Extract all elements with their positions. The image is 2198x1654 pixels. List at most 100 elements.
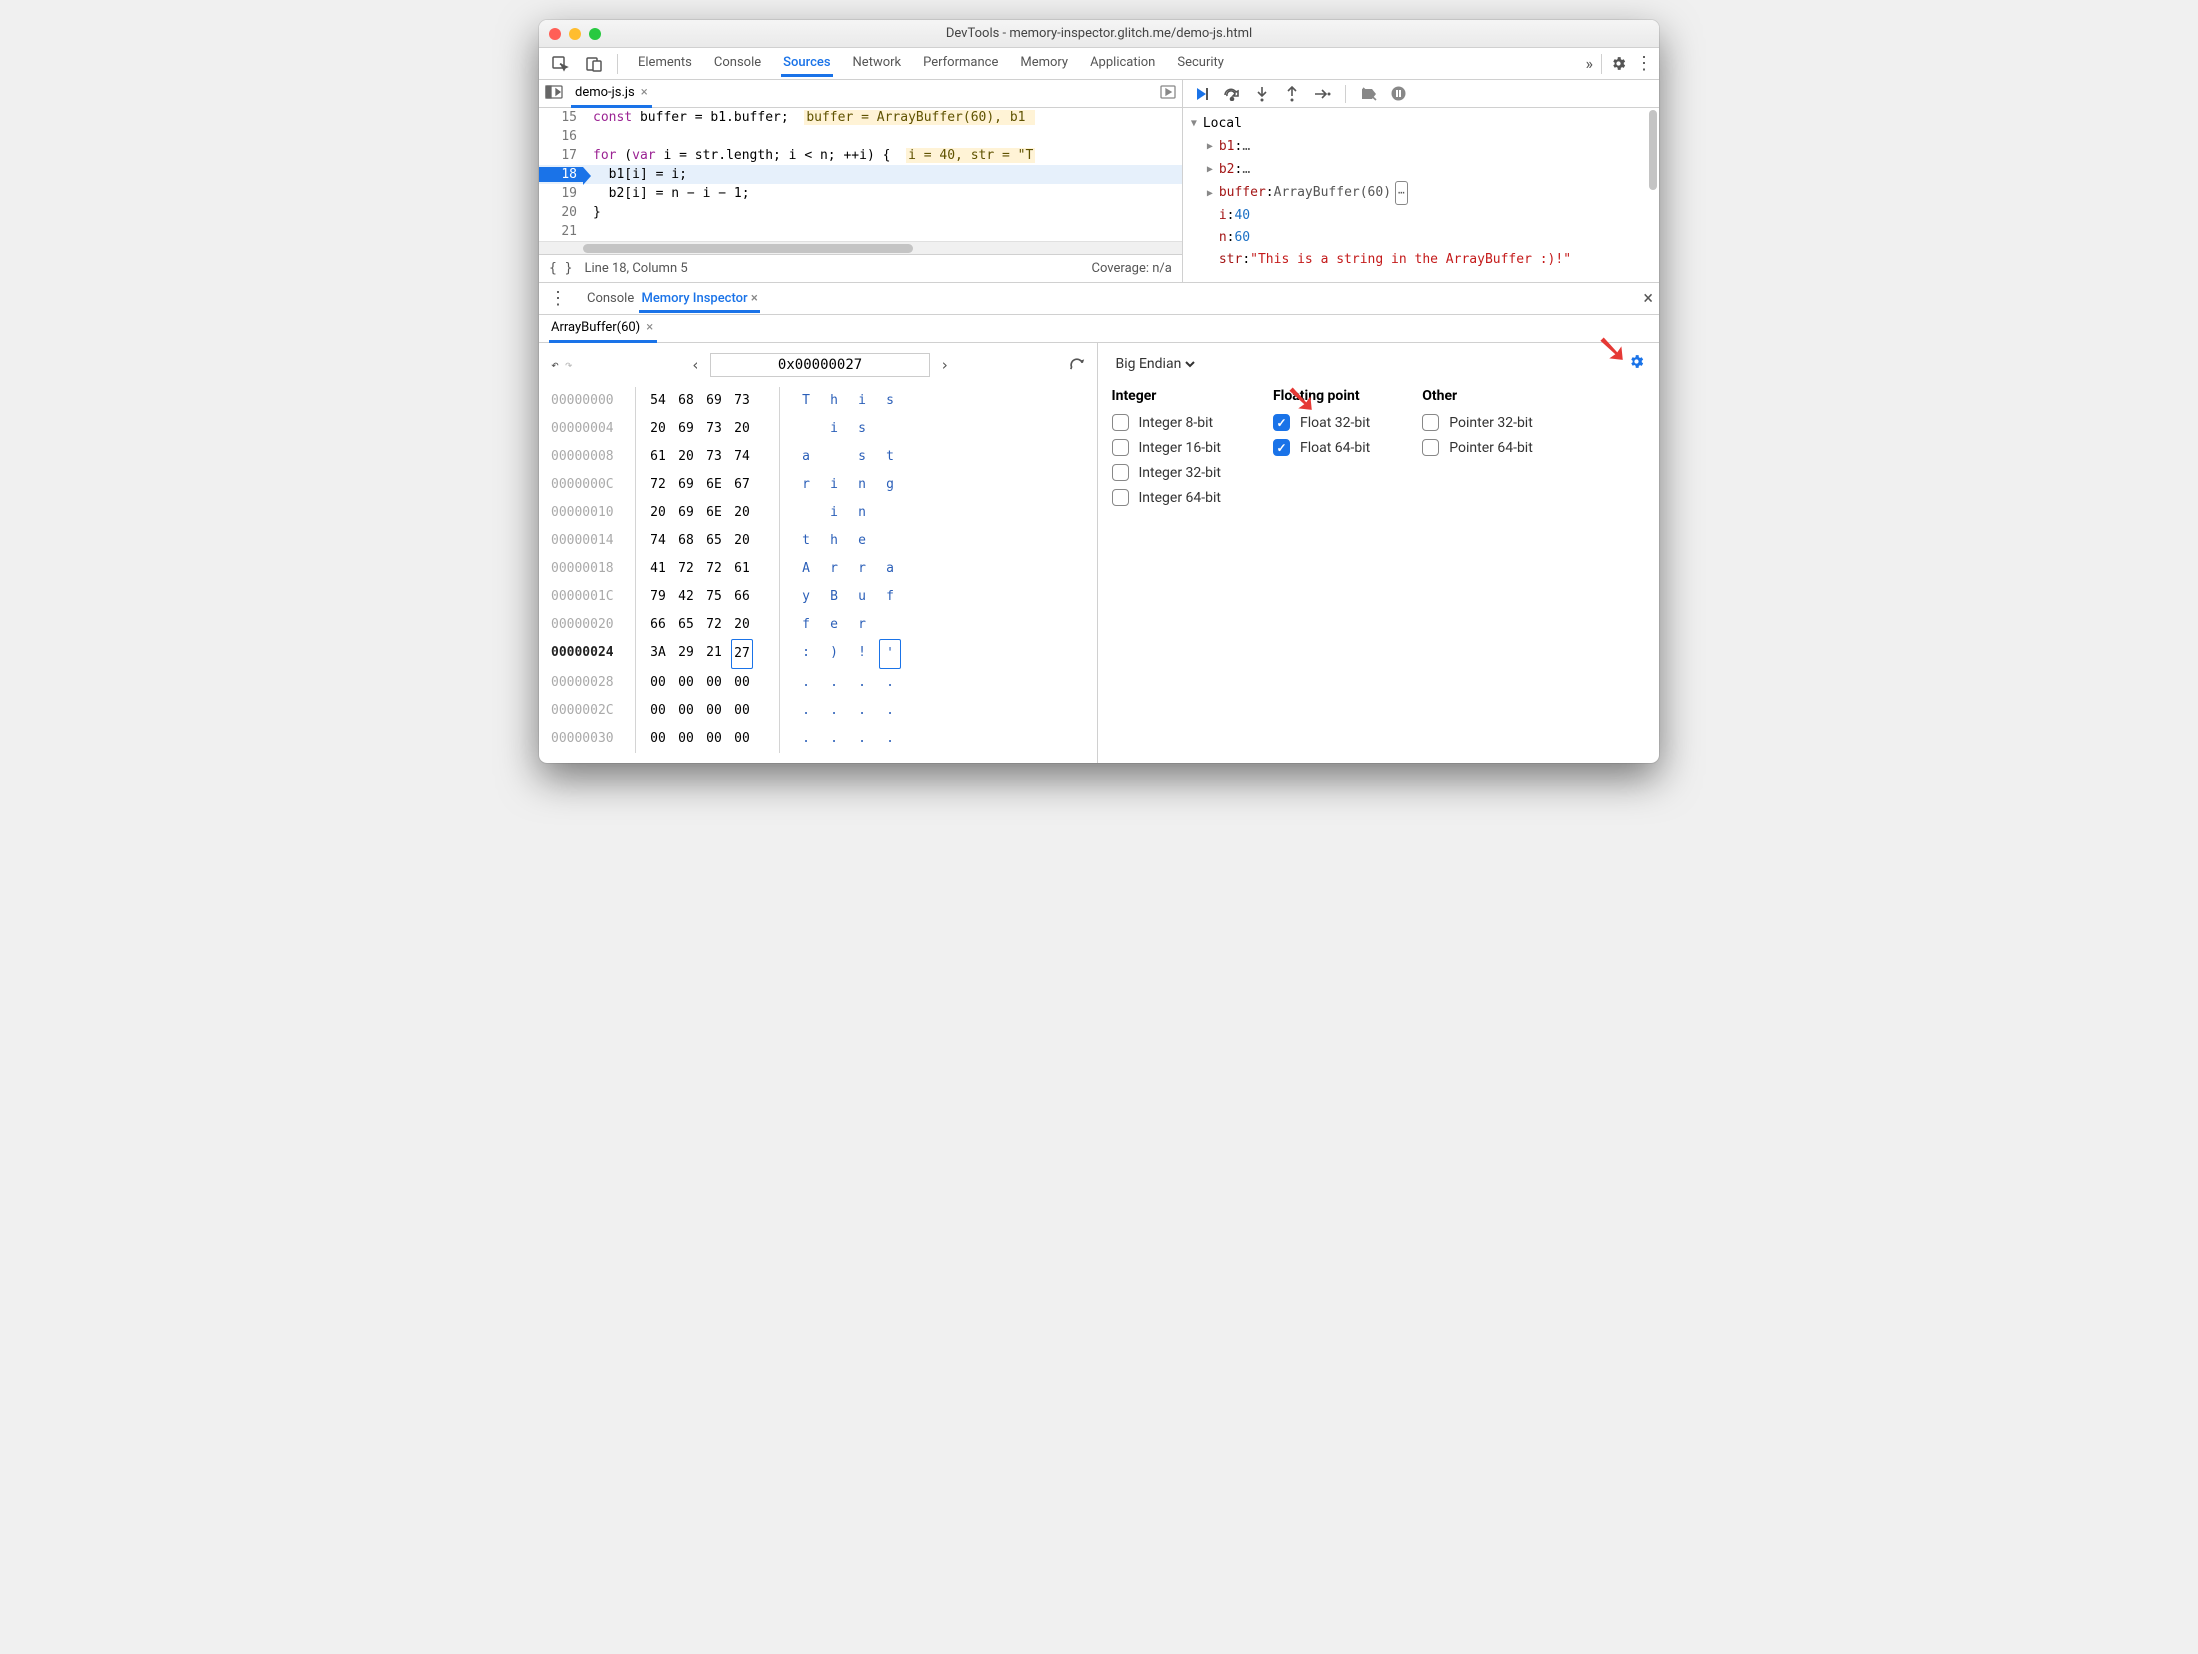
- refresh-memory-icon[interactable]: [1068, 355, 1085, 376]
- type-option[interactable]: Float 64-bit: [1273, 439, 1370, 456]
- line-number[interactable]: 18: [539, 167, 583, 182]
- close-memory-tab-icon[interactable]: ×: [646, 320, 653, 335]
- drawer-tab-console[interactable]: Console: [585, 285, 636, 313]
- type-option[interactable]: Integer 8-bit: [1112, 414, 1222, 431]
- tab-memory[interactable]: Memory: [1018, 50, 1070, 77]
- checkbox[interactable]: [1422, 439, 1439, 456]
- deactivate-breakpoints-icon[interactable]: [1360, 87, 1378, 101]
- scope-variables[interactable]: Localb1: …b2: …buffer: ArrayBuffer(60)⋯i…: [1183, 108, 1659, 275]
- code-line[interactable]: 15const buffer = b1.buffer; buffer = Arr…: [539, 108, 1182, 127]
- close-drawer-icon[interactable]: ×: [1643, 288, 1653, 309]
- hex-ascii[interactable]: yBuf: [783, 583, 903, 611]
- hex-ascii[interactable]: ....: [783, 697, 903, 725]
- code-line[interactable]: 21: [539, 222, 1182, 241]
- hex-bytes[interactable]: 61207374: [639, 443, 779, 471]
- checkbox[interactable]: [1112, 489, 1129, 506]
- hex-grid[interactable]: 0000000054686973This0000000420697320 is …: [551, 387, 1085, 753]
- hex-ascii[interactable]: is: [783, 415, 903, 443]
- drawer-tab-memory-inspector[interactable]: Memory Inspector ×: [639, 285, 759, 313]
- address-input[interactable]: [710, 353, 930, 377]
- tab-application[interactable]: Application: [1088, 50, 1157, 77]
- close-file-tab-icon[interactable]: ×: [641, 85, 648, 100]
- checkbox[interactable]: [1273, 439, 1290, 456]
- pretty-print-icon[interactable]: { }: [549, 261, 572, 276]
- history-forward-icon[interactable]: ↷: [565, 358, 573, 373]
- line-number[interactable]: 21: [539, 224, 583, 239]
- addr-prev-icon[interactable]: ‹: [683, 356, 708, 374]
- close-drawer-tab-icon[interactable]: ×: [748, 291, 758, 306]
- checkbox[interactable]: [1112, 439, 1129, 456]
- code-line[interactable]: 20}: [539, 203, 1182, 222]
- scope-entry[interactable]: buffer: ArrayBuffer(60)⋯: [1191, 181, 1651, 205]
- checkbox[interactable]: [1422, 414, 1439, 431]
- tab-performance[interactable]: Performance: [921, 50, 1000, 77]
- hex-bytes[interactable]: 54686973: [639, 387, 779, 415]
- hex-ascii[interactable]: ring: [783, 471, 903, 499]
- code-line[interactable]: 19 b2[i] = n − i − 1;: [539, 184, 1182, 203]
- hex-bytes[interactable]: 66657220: [639, 611, 779, 639]
- device-toggle-icon[interactable]: [579, 51, 609, 77]
- line-number[interactable]: 16: [539, 129, 583, 144]
- scope-entry[interactable]: i: 40: [1191, 205, 1651, 227]
- resume-icon[interactable]: [1193, 86, 1211, 102]
- tab-console[interactable]: Console: [712, 50, 763, 77]
- tab-security[interactable]: Security: [1175, 50, 1226, 77]
- step-out-icon[interactable]: [1283, 86, 1301, 102]
- addr-next-icon[interactable]: ›: [932, 356, 957, 374]
- horizontal-scrollbar[interactable]: [539, 241, 1182, 254]
- type-option[interactable]: Integer 32-bit: [1112, 464, 1222, 481]
- run-snippet-icon[interactable]: [1160, 85, 1176, 103]
- hex-bytes[interactable]: 41727261: [639, 555, 779, 583]
- hex-ascii[interactable]: :)!': [783, 639, 903, 669]
- settings-gear-icon[interactable]: [1610, 55, 1627, 72]
- hex-bytes[interactable]: 00000000: [639, 669, 779, 697]
- hex-bytes[interactable]: 79427566: [639, 583, 779, 611]
- hex-bytes[interactable]: 72696E67: [639, 471, 779, 499]
- hex-bytes[interactable]: 20697320: [639, 415, 779, 443]
- hex-ascii[interactable]: ....: [783, 725, 903, 753]
- inspect-element-icon[interactable]: [545, 51, 575, 77]
- hex-bytes[interactable]: 74686520: [639, 527, 779, 555]
- hex-ascii[interactable]: fer: [783, 611, 903, 639]
- code-editor[interactable]: 15const buffer = b1.buffer; buffer = Arr…: [539, 108, 1182, 241]
- endianness-select[interactable]: Big Endian: [1112, 355, 1198, 373]
- tab-network[interactable]: Network: [851, 50, 904, 77]
- more-tabs-chevron[interactable]: »: [1586, 54, 1594, 73]
- code-line[interactable]: 17for (var i = str.length; i < n; ++i) {…: [539, 146, 1182, 165]
- reveal-in-memory-icon[interactable]: ⋯: [1395, 181, 1408, 205]
- value-type-settings-icon[interactable]: [1628, 353, 1645, 374]
- code-line[interactable]: 16: [539, 127, 1182, 146]
- tab-sources[interactable]: Sources: [781, 50, 832, 77]
- checkbox[interactable]: [1112, 464, 1129, 481]
- line-number[interactable]: 19: [539, 186, 583, 201]
- hex-ascii[interactable]: a st: [783, 443, 903, 471]
- file-tab[interactable]: demo-js.js ×: [571, 80, 652, 108]
- hex-ascii[interactable]: in: [783, 499, 903, 527]
- pause-exceptions-icon[interactable]: [1390, 86, 1408, 101]
- checkbox[interactable]: [1112, 414, 1129, 431]
- type-option[interactable]: Integer 16-bit: [1112, 439, 1222, 456]
- hex-ascii[interactable]: ....: [783, 669, 903, 697]
- step-into-icon[interactable]: [1253, 86, 1271, 102]
- type-option[interactable]: Pointer 32-bit: [1422, 414, 1533, 431]
- scope-entry[interactable]: b2: …: [1191, 158, 1651, 181]
- hex-bytes[interactable]: 00000000: [639, 697, 779, 725]
- line-number[interactable]: 17: [539, 148, 583, 163]
- scope-entry[interactable]: b1: …: [1191, 135, 1651, 158]
- history-back-icon[interactable]: ↶: [551, 358, 559, 373]
- type-option[interactable]: Pointer 64-bit: [1422, 439, 1533, 456]
- line-number[interactable]: 15: [539, 110, 583, 125]
- vertical-scrollbar[interactable]: [1649, 110, 1657, 190]
- kebab-menu-icon[interactable]: ⋮: [1635, 55, 1653, 73]
- hex-ascii[interactable]: the: [783, 527, 903, 555]
- line-number[interactable]: 20: [539, 205, 583, 220]
- tab-elements[interactable]: Elements: [636, 50, 694, 77]
- scope-entry[interactable]: n: 60: [1191, 227, 1651, 249]
- drawer-menu-icon[interactable]: ⋮: [545, 290, 571, 308]
- memory-inspector-tab[interactable]: ArrayBuffer(60) ×: [549, 315, 657, 343]
- step-over-icon[interactable]: [1223, 87, 1241, 101]
- step-icon[interactable]: [1313, 88, 1331, 100]
- hex-bytes[interactable]: 20696E20: [639, 499, 779, 527]
- hex-bytes[interactable]: 3A292127: [639, 639, 779, 669]
- hex-ascii[interactable]: Arra: [783, 555, 903, 583]
